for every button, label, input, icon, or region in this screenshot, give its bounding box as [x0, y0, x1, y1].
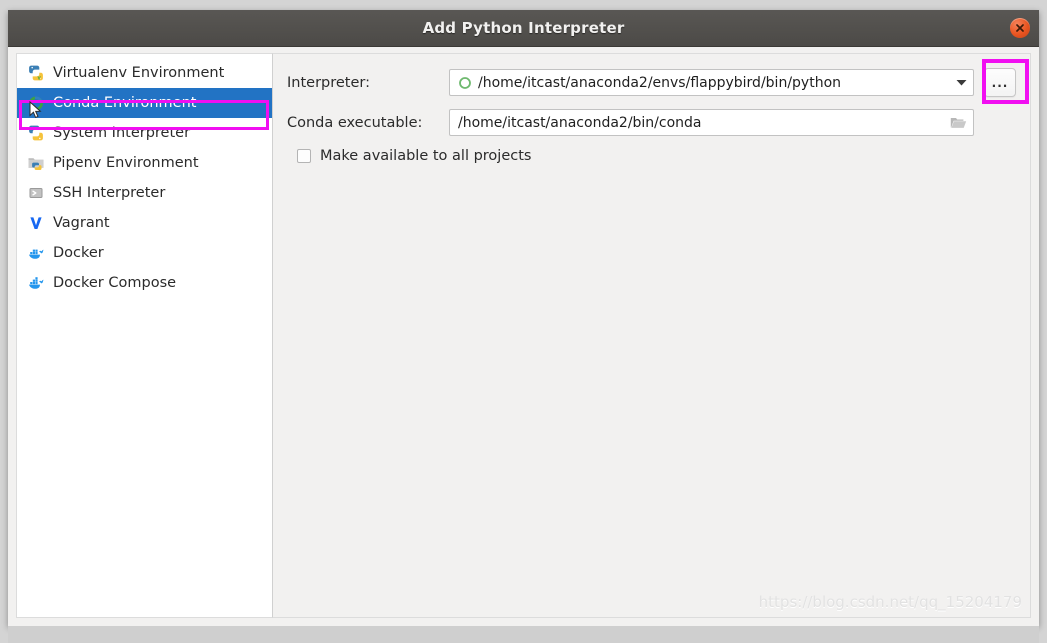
conda-executable-label: Conda executable: [287, 114, 423, 131]
conda-icon [26, 93, 46, 113]
sidebar-item-docker-compose[interactable]: Docker Compose [17, 268, 272, 298]
interpreter-browse-button[interactable]: ... [984, 68, 1016, 97]
sidebar-item-label: Vagrant [53, 215, 110, 231]
title-bar[interactable]: Add Python Interpreter [8, 10, 1039, 47]
sidebar-item-label: SSH Interpreter [53, 185, 166, 201]
python-virtualenv-icon [26, 63, 46, 83]
make-available-label: Make available to all projects [320, 148, 532, 164]
sidebar-item-conda-environment[interactable]: Conda Environment [17, 88, 272, 118]
docker-compose-icon [26, 273, 46, 293]
sidebar-item-label: System Interpreter [53, 125, 191, 141]
sidebar-item-label: Docker Compose [53, 275, 177, 291]
close-button[interactable] [1010, 18, 1030, 38]
pipenv-folder-icon [26, 153, 46, 173]
conda-environment-panel: Interpreter: /home/itcast/anaconda2/envs… [273, 53, 1031, 618]
close-icon [1016, 24, 1024, 32]
interpreter-browse-label: ... [991, 75, 1009, 90]
python-icon [26, 123, 46, 143]
interpreter-combobox[interactable]: /home/itcast/anaconda2/envs/flappybird/b… [449, 69, 974, 96]
sidebar-item-system-interpreter[interactable]: System Interpreter [17, 118, 272, 148]
sidebar-item-label: Docker [53, 245, 104, 261]
ssh-terminal-icon [26, 183, 46, 203]
add-python-interpreter-dialog: Add Python Interpreter Virtualenv Enviro… [8, 10, 1039, 626]
conda-executable-input[interactable]: /home/itcast/anaconda2/bin/conda [449, 109, 974, 136]
conda-executable-field-shell: /home/itcast/anaconda2/bin/conda [449, 108, 1016, 137]
sidebar-item-label: Conda Environment [53, 95, 197, 111]
sidebar-item-ssh-interpreter[interactable]: SSH Interpreter [17, 178, 272, 208]
chevron-down-icon[interactable] [955, 79, 967, 86]
sidebar-item-vagrant[interactable]: Vagrant [17, 208, 272, 238]
vagrant-icon [26, 213, 46, 233]
sidebar-item-label: Virtualenv Environment [53, 65, 225, 81]
make-available-checkbox[interactable] [297, 149, 311, 163]
interpreter-type-list[interactable]: Virtualenv Environment Conda Environment [16, 53, 273, 618]
make-available-checkbox-row[interactable]: Make available to all projects [297, 148, 1016, 164]
interpreter-value: /home/itcast/anaconda2/envs/flappybird/b… [478, 74, 842, 91]
sidebar-item-virtualenv-environment[interactable]: Virtualenv Environment [17, 58, 272, 88]
conda-executable-value: /home/itcast/anaconda2/bin/conda [458, 114, 702, 131]
folder-open-icon[interactable] [949, 116, 967, 130]
interpreter-label: Interpreter: [287, 74, 370, 91]
sidebar-item-docker[interactable]: Docker [17, 238, 272, 268]
sidebar-item-label: Pipenv Environment [53, 155, 199, 171]
interpreter-row: Interpreter: /home/itcast/anaconda2/envs… [287, 68, 1016, 97]
window-bottom-edge [8, 626, 1039, 643]
sidebar-item-pipenv-environment[interactable]: Pipenv Environment [17, 148, 272, 178]
watermark-text: https://blog.csdn.net/qq_15204179 [758, 593, 1022, 611]
window-title: Add Python Interpreter [422, 19, 625, 37]
conda-executable-row: Conda executable: /home/itcast/anaconda2… [287, 108, 1016, 137]
conda-ring-icon [458, 76, 472, 90]
desktop-background: Add Python Interpreter Virtualenv Enviro… [0, 0, 1047, 643]
interpreter-field-shell: /home/itcast/anaconda2/envs/flappybird/b… [449, 68, 1016, 97]
docker-icon [26, 243, 46, 263]
dialog-body: Virtualenv Environment Conda Environment [8, 47, 1039, 626]
